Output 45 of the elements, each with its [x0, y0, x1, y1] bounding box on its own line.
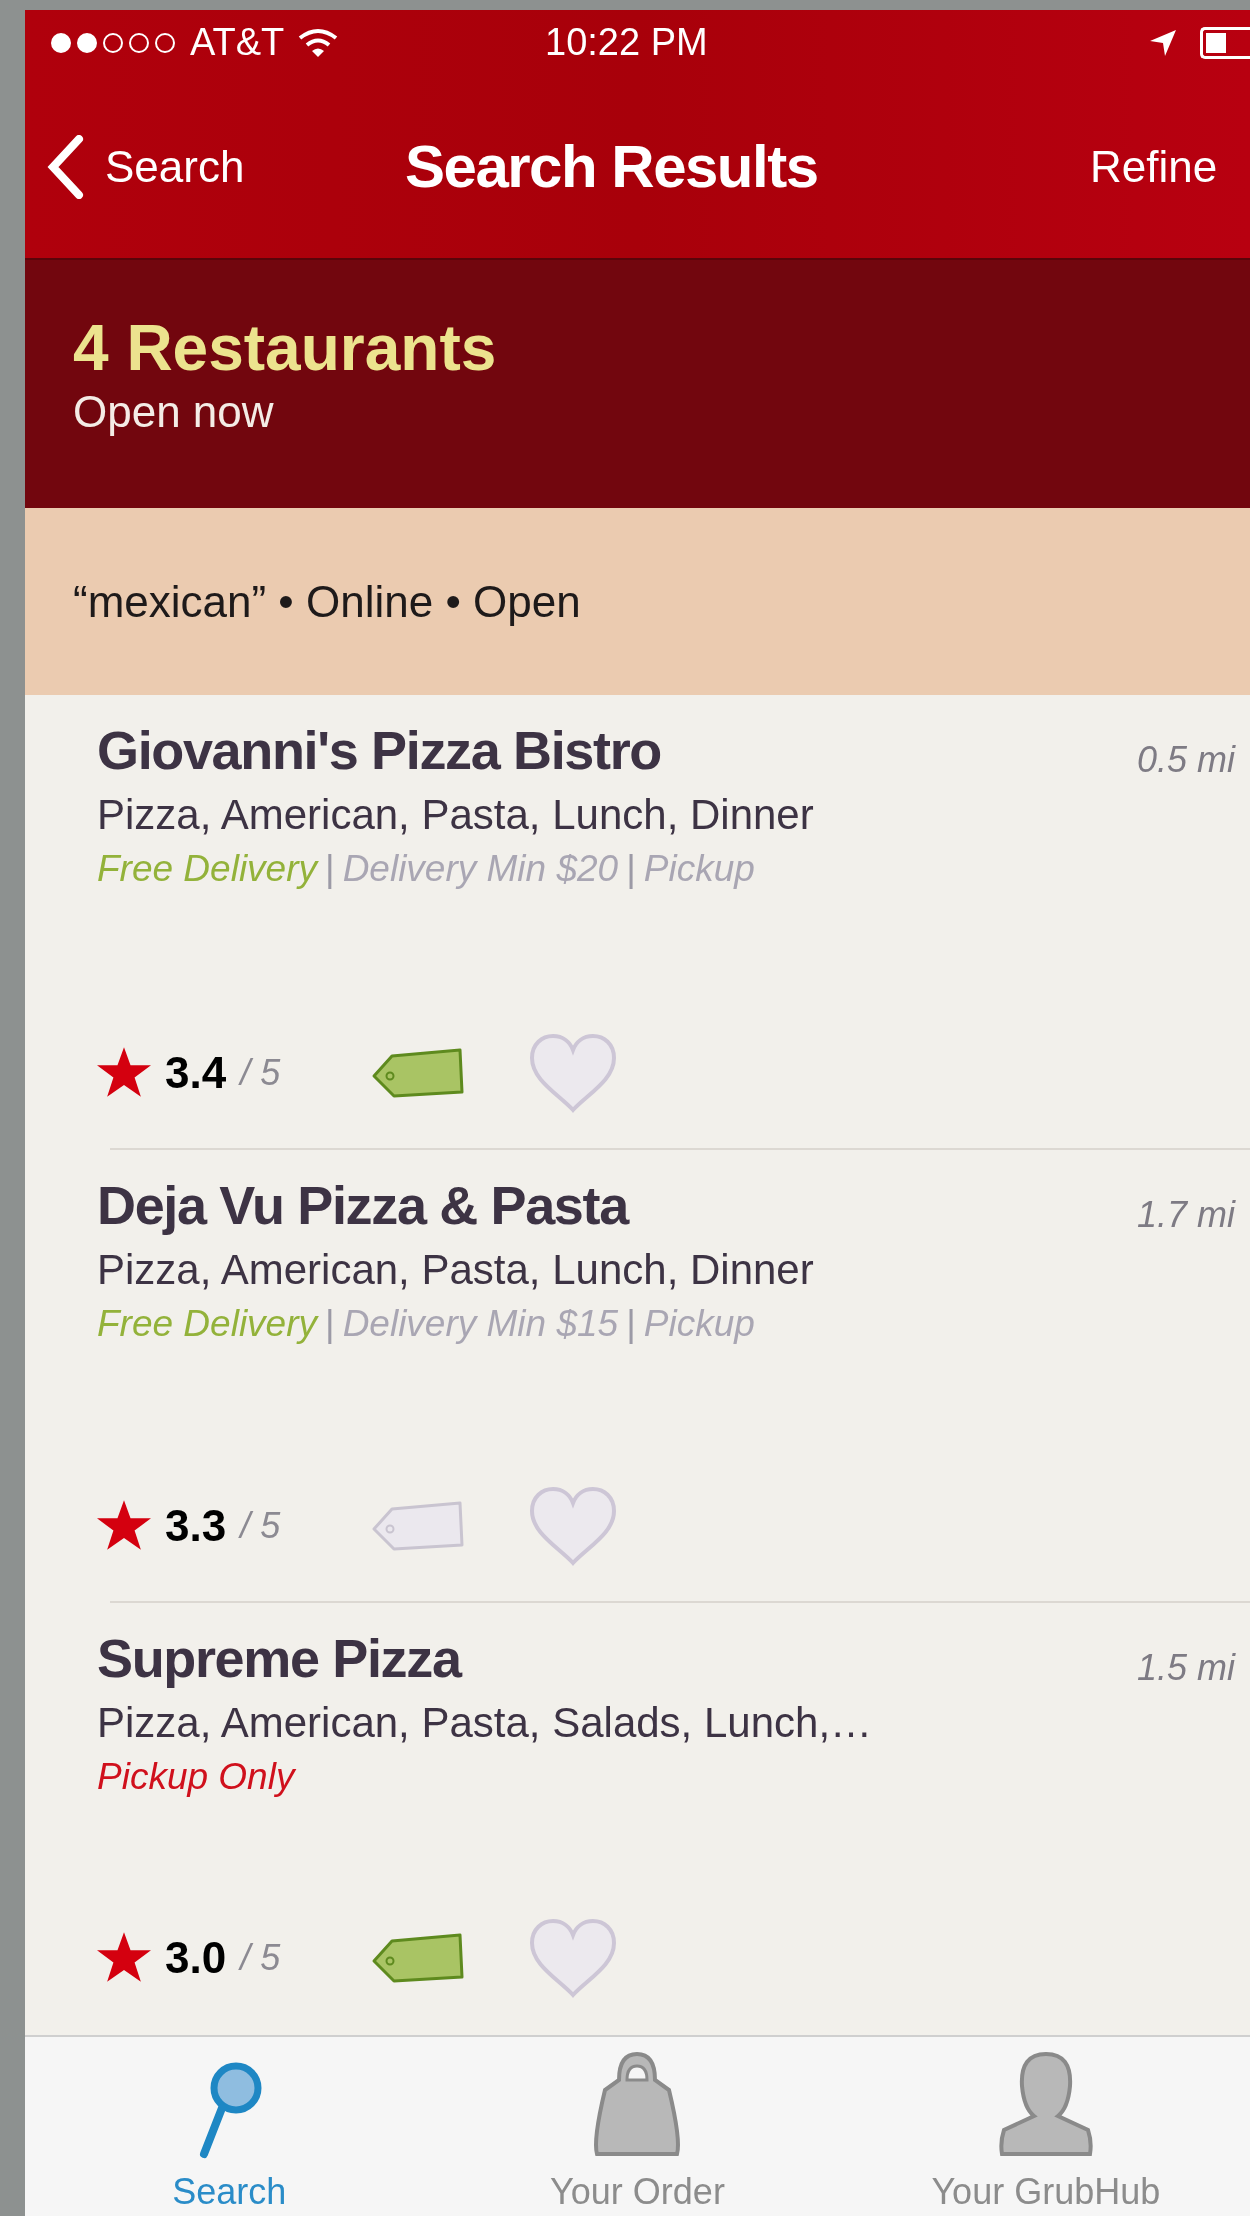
rating-max: / 5 [240, 1936, 281, 1980]
back-button[interactable]: Search [45, 133, 245, 200]
distance-text: 1.5 mi [1136, 1646, 1235, 1690]
page-title: Search Results [405, 131, 818, 202]
delivery-detail-text: Pickup [643, 847, 755, 891]
separator-text: | [626, 1302, 636, 1346]
rating-value: 3.4 [165, 1047, 227, 1099]
cuisine-list: Pizza, American, Pasta, Lunch, Dinner [97, 787, 1235, 843]
free-delivery-label: Free Delivery [97, 1302, 317, 1346]
separator-text: | [325, 847, 335, 891]
separator-text: | [626, 847, 636, 891]
rating-value: 3.0 [165, 1932, 227, 1984]
refine-button[interactable]: Refine [1090, 133, 1218, 200]
delivery-detail-text: Pickup [643, 1302, 755, 1346]
distance-text: 1.7 mi [1136, 1193, 1235, 1237]
carrier-name: AT&T [190, 20, 285, 65]
heart-icon[interactable] [528, 1032, 619, 1114]
chevron-left-icon [45, 134, 85, 199]
battery-icon [1200, 26, 1250, 59]
results-subtitle: Open now [73, 386, 275, 438]
free-delivery-label: Free Delivery [97, 847, 317, 891]
rating-value: 3.3 [165, 1500, 227, 1552]
star-icon [97, 1932, 151, 1984]
rating-max: / 5 [240, 1051, 281, 1095]
location-arrow-icon [1148, 27, 1178, 58]
heart-icon[interactable] [528, 1917, 619, 1999]
delivery-detail-text: Delivery Min $15 [342, 1302, 619, 1346]
star-icon [97, 1047, 151, 1099]
signal-icon [50, 31, 178, 54]
restaurant-name[interactable]: Giovanni's Pizza Bistro [97, 715, 661, 785]
pickup-only-label: Pickup Only [97, 1755, 295, 1799]
distance-text: 0.5 mi [1136, 738, 1235, 782]
filter-summary: “mexican” • Online • Open [73, 575, 581, 628]
cuisine-list: Pizza, American, Pasta, Salads, Lunch,… [97, 1695, 1235, 1751]
wifi-icon [298, 27, 339, 58]
delivery-detail-text: Delivery Min $20 [342, 847, 619, 891]
cuisine-list: Pizza, American, Pasta, Lunch, Dinner [97, 1242, 1235, 1298]
rating-max: / 5 [240, 1504, 281, 1548]
results-count: 4 Restaurants [73, 312, 498, 384]
restaurant-name[interactable]: Supreme Pizza [97, 1623, 461, 1693]
separator-text: | [325, 1302, 335, 1346]
star-icon [97, 1500, 151, 1552]
restaurant-name[interactable]: Deja Vu Pizza & Pasta [97, 1170, 628, 1240]
heart-icon[interactable] [528, 1485, 619, 1567]
status-time: 10:22 PM [545, 20, 708, 65]
